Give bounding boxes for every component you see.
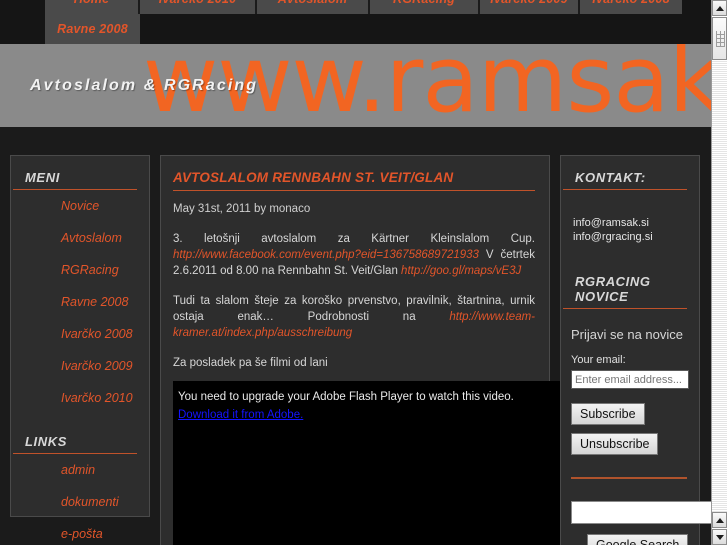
sidebar-item-novice[interactable]: Novice	[11, 190, 149, 222]
contact-email-ramsak: info@ramsak.si	[573, 217, 649, 229]
scroll-down-button[interactable]	[712, 529, 727, 545]
article-p1-text-a: 3. letošnji avtoslalom za Kärtner Kleins…	[173, 233, 535, 245]
nav-tab-avtoslalom[interactable]: Avtoslalom	[257, 0, 370, 14]
triangle-down-icon	[715, 534, 724, 540]
scroll-up-button[interactable]	[712, 0, 727, 16]
nav-tab-home[interactable]: Home	[45, 0, 140, 14]
nav-tab-ivarcko-2009[interactable]: Ivarčko 2009	[480, 0, 580, 14]
google-maps-link[interactable]: http://goo.gl/maps/vE3J	[401, 265, 521, 277]
menu-list: Novice Avtoslalom RGRacing Ravne 2008 Iv…	[11, 190, 149, 414]
nav-tab-row-2: Ravne 2008	[45, 14, 711, 44]
triangle-up-icon	[715, 517, 724, 523]
site-title: Avtoslalom & RGRacing	[30, 77, 259, 94]
links-heading: LINKS	[13, 434, 137, 454]
flash-upgrade-message: You need to upgrade your Adobe Flash Pla…	[178, 391, 514, 403]
browser-page: Home Ivarčko 2010 Avtoslalom RGRacing Iv…	[0, 0, 727, 545]
subscribe-button[interactable]: Subscribe	[571, 403, 645, 425]
sidebar-item-avtoslalom[interactable]: Avtoslalom	[11, 222, 149, 254]
vertical-scrollbar[interactable]	[711, 0, 727, 545]
article-paragraph-3: Za posladek pa še filmi od lani	[173, 357, 328, 369]
contact-heading: KONTAKT:	[563, 170, 687, 190]
site-header-banner: www.ramsak Avtoslalom & RGRacing	[0, 44, 711, 127]
newsletter-heading: RGRACING NOVICE	[563, 274, 687, 309]
video-player-placeholder[interactable]: You need to upgrade your Adobe Flash Pla…	[173, 381, 561, 545]
links-list: admin dokumenti e-pošta	[11, 454, 149, 545]
article-meta: May 31st, 2011 by monaco	[173, 203, 311, 215]
scroll-up-button-bottom[interactable]	[712, 512, 727, 528]
sidebar-divider	[571, 477, 687, 479]
scrollbar-thumb[interactable]	[712, 17, 727, 60]
left-sidebar: MENI Novice Avtoslalom RGRacing Ravne 20…	[10, 155, 150, 541]
content-area: MENI Novice Avtoslalom RGRacing Ravne 20…	[0, 127, 711, 545]
newsletter-email-label: Your email:	[571, 354, 626, 366]
article: AVTOSLALOM RENNBAHN ST. VEIT/GLAN May 31…	[161, 156, 561, 545]
sidebar-link-dokumenti[interactable]: dokumenti	[11, 486, 149, 518]
contact-email-rgracing: info@rgracing.si	[573, 231, 653, 243]
nav-tab-ivarcko-2010[interactable]: Ivarčko 2010	[140, 0, 257, 14]
article-title: AVTOSLALOM RENNBAHN ST. VEIT/GLAN	[173, 170, 535, 191]
triangle-up-icon	[715, 5, 724, 11]
sidebar-item-ivarcko-2010[interactable]: Ivarčko 2010	[11, 382, 149, 414]
nav-tab-row-1: Home Ivarčko 2010 Avtoslalom RGRacing Iv…	[45, 0, 711, 14]
right-sidebar: KONTAKT: info@ramsak.si info@rgracing.si…	[560, 155, 711, 545]
sidebar-item-ravne-2008[interactable]: Ravne 2008	[11, 286, 149, 318]
newsletter-email-input[interactable]	[571, 370, 689, 389]
newsletter-lead: Prijavi se na novice	[571, 327, 683, 342]
sidebar-item-rgracing[interactable]: RGRacing	[11, 254, 149, 286]
sidebar-item-ivarcko-2009[interactable]: Ivarčko 2009	[11, 350, 149, 382]
google-search-input[interactable]	[571, 501, 711, 524]
sidebar-link-admin[interactable]: admin	[11, 454, 149, 486]
article-paragraph-2: Tudi ta slalom šteje za koroško prvenstv…	[173, 293, 535, 341]
main-content-panel: AVTOSLALOM RENNBAHN ST. VEIT/GLAN May 31…	[160, 155, 561, 545]
sidebar-item-ivarcko-2008[interactable]: Ivarčko 2008	[11, 318, 149, 350]
nav-tab-ravne-2008[interactable]: Ravne 2008	[45, 14, 140, 44]
nav-tab-rgracing[interactable]: RGRacing	[370, 0, 480, 14]
google-search-button[interactable]: Google Search	[587, 534, 689, 545]
contact-emails: info@ramsak.si info@rgracing.si	[561, 190, 699, 244]
article-paragraph-1: 3. letošnji avtoslalom za Kärtner Kleins…	[173, 231, 535, 279]
primary-navigation: Home Ivarčko 2010 Avtoslalom RGRacing Iv…	[0, 0, 711, 44]
download-flash-link[interactable]: Download it from Adobe.	[178, 409, 303, 421]
menu-heading: MENI	[13, 170, 137, 190]
grip-icon	[716, 31, 725, 47]
facebook-event-link[interactable]: http://www.facebook.com/event.php?eid=13…	[173, 249, 479, 261]
sidebar-link-eposta[interactable]: e-pošta	[11, 518, 149, 545]
unsubscribe-button[interactable]: Unsubscribe	[571, 433, 659, 455]
page-viewport: Home Ivarčko 2010 Avtoslalom RGRacing Iv…	[0, 0, 711, 545]
nav-tab-ivarcko-2008[interactable]: Ivarčko 2008	[580, 0, 682, 14]
